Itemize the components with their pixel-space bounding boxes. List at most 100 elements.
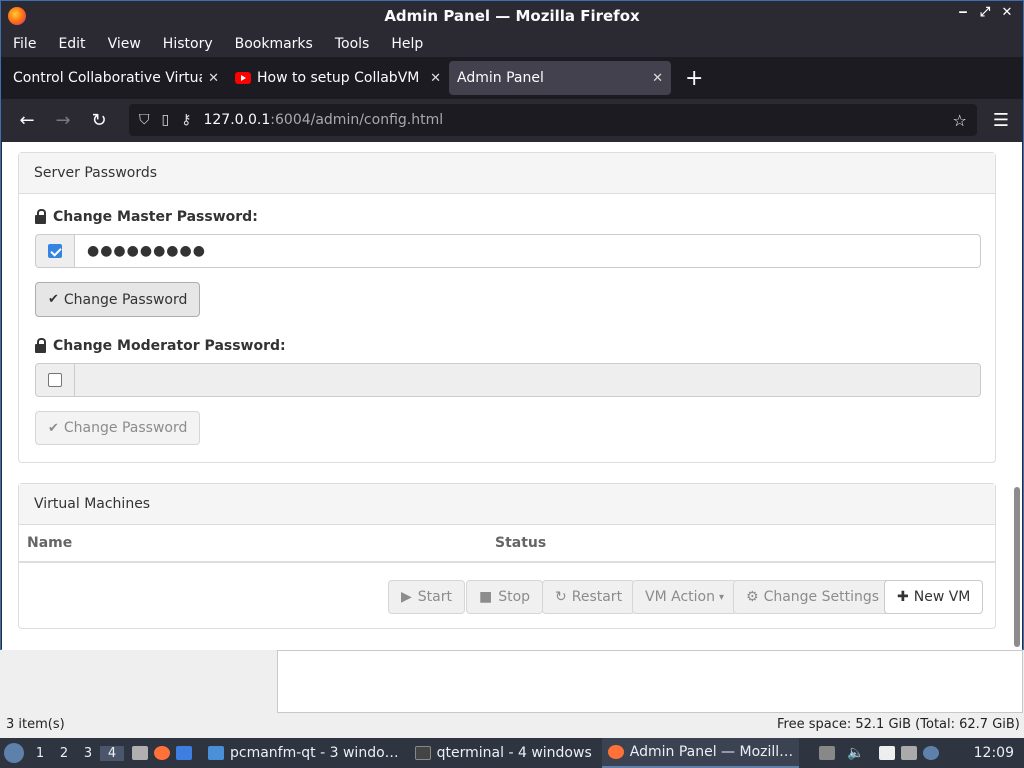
start-menu-button[interactable] <box>0 738 28 768</box>
key-icon[interactable]: ⚷ <box>181 112 191 128</box>
reload-button[interactable]: ↻ <box>87 110 111 131</box>
task-pcmanfm[interactable]: pcmanfm-qt - 3 windo… <box>202 738 405 768</box>
close-window-button[interactable]: ✕ <box>999 5 1015 20</box>
workspace-3[interactable]: 3 <box>76 746 100 761</box>
workspace-2[interactable]: 2 <box>52 746 76 761</box>
tab-admin-panel[interactable]: Admin Panel ✕ <box>449 61 671 95</box>
page-scrollbar[interactable] <box>1014 487 1020 647</box>
file-manager-launcher-icon[interactable] <box>132 746 148 760</box>
moderator-password-label-text: Change Moderator Password: <box>53 338 286 354</box>
task-pcmanfm-label: pcmanfm-qt - 3 windo… <box>230 745 399 761</box>
new-tab-button[interactable]: + <box>685 66 703 91</box>
change-moderator-password-button[interactable]: ✔ Change Password <box>35 411 201 445</box>
url-path: :6004/admin/config.html <box>270 112 444 128</box>
virtual-machines-heading: Virtual Machines <box>19 484 995 525</box>
start-vm-button[interactable]: ▶ Start <box>388 580 465 614</box>
virtual-machines-panel: Virtual Machines Name Status ▶ Start ■ S… <box>18 483 996 629</box>
title-bar: Admin Panel — Mozilla Firefox ‒ ⤢ ✕ <box>1 1 1023 31</box>
change-settings-label: Change Settings <box>763 589 880 605</box>
task-qterminal-label: qterminal - 4 windows <box>436 745 592 761</box>
file-manager-pane <box>277 650 1023 713</box>
vm-action-label: VM Action <box>645 589 715 605</box>
server-passwords-heading: Server Passwords <box>19 153 995 194</box>
network-icon[interactable] <box>900 746 917 760</box>
change-moderator-password-label: Change Password <box>63 420 188 436</box>
bookmark-star-icon[interactable]: ☆ <box>953 111 967 130</box>
tab-collabvm-setup[interactable]: How to setup CollabVM S ✕ <box>227 61 449 95</box>
menu-tools[interactable]: Tools <box>335 36 370 52</box>
menu-edit[interactable]: Edit <box>58 36 85 52</box>
restart-icon: ↻ <box>555 589 567 605</box>
moderator-password-label: Change Moderator Password: <box>35 337 286 354</box>
clipboard-icon[interactable] <box>878 746 895 760</box>
folder-icon <box>208 746 224 760</box>
lock-icon <box>35 337 46 353</box>
tab-label: Admin Panel <box>457 70 544 86</box>
master-password-group: ●●●●●●●●● <box>35 234 981 268</box>
firefox-launcher-icon[interactable] <box>154 746 170 760</box>
page-content: Server Passwords Change Master Password:… <box>2 142 1022 650</box>
new-vm-button[interactable]: ✚ New VM <box>884 580 984 614</box>
master-password-label-text: Change Master Password: <box>53 209 258 225</box>
vm-table-header: Name Status <box>19 525 995 563</box>
stop-label: Stop <box>498 589 531 605</box>
workspace-1[interactable]: 1 <box>28 746 52 761</box>
volume-icon[interactable]: 🔈 <box>847 745 864 761</box>
menu-help[interactable]: Help <box>391 36 423 52</box>
shield-icon[interactable]: ⛉ <box>139 112 150 128</box>
firefox-icon <box>607 745 624 759</box>
menu-bar: File Edit View History Bookmarks Tools H… <box>1 31 1023 57</box>
file-count-status: 3 item(s) <box>6 717 65 732</box>
plus-icon: ✚ <box>897 589 909 605</box>
menu-hamburger-icon[interactable]: ☰ <box>993 110 1009 131</box>
moderator-password-checkbox[interactable] <box>48 373 62 387</box>
firefox-window: Admin Panel — Mozilla Firefox ‒ ⤢ ✕ File… <box>0 0 1024 650</box>
caret-down-icon: ▾ <box>718 591 724 603</box>
file-manager-background: 3 item(s) Free space: 52.1 GiB (Total: 6… <box>0 650 1024 740</box>
menu-history[interactable]: History <box>163 36 213 52</box>
desktop-launcher-icon[interactable] <box>176 746 192 760</box>
moderator-password-toggle <box>35 363 75 397</box>
maximize-button[interactable]: ⤢ <box>977 5 993 20</box>
task-qterminal[interactable]: qterminal - 4 windows <box>409 738 598 768</box>
forward-button[interactable]: → <box>51 110 75 131</box>
restart-vm-button[interactable]: ↻ Restart <box>542 580 636 614</box>
clock[interactable]: 12:09 <box>974 745 1014 761</box>
tab-control-collaborative[interactable]: Control Collaborative Virtual ✕ <box>5 61 227 95</box>
menu-view[interactable]: View <box>108 36 141 52</box>
close-tab-icon[interactable]: ✕ <box>430 71 441 86</box>
window-controls: ‒ ⤢ ✕ <box>955 5 1015 20</box>
tab-label: Control Collaborative Virtual <box>13 70 203 86</box>
column-status: Status <box>495 535 547 551</box>
master-password-checkbox[interactable] <box>48 244 62 258</box>
minimize-button[interactable]: ‒ <box>955 5 971 20</box>
close-tab-icon[interactable]: ✕ <box>652 71 663 86</box>
back-button[interactable]: ← <box>15 110 39 131</box>
firefox-logo-icon <box>8 7 26 25</box>
stop-icon: ■ <box>479 589 493 605</box>
restart-label: Restart <box>571 589 623 605</box>
taskbar: 1 2 3 4 pcmanfm-qt - 3 windo… qterminal … <box>0 738 1024 768</box>
tray-icon[interactable] <box>819 746 836 760</box>
server-passwords-panel: Server Passwords Change Master Password:… <box>18 152 996 463</box>
change-master-password-button[interactable]: ✔ Change Password <box>35 282 201 317</box>
master-password-label: Change Master Password: <box>35 208 258 225</box>
play-icon: ▶ <box>401 589 412 605</box>
menu-bookmarks[interactable]: Bookmarks <box>235 36 313 52</box>
task-firefox[interactable]: Admin Panel — Mozill… <box>601 738 800 768</box>
vm-action-dropdown[interactable]: VM Action ▾ <box>632 580 737 614</box>
moderator-password-input[interactable] <box>75 363 981 397</box>
close-tab-icon[interactable]: ✕ <box>208 71 219 86</box>
free-space-status: Free space: 52.1 GiB (Total: 62.7 GiB) <box>777 717 1020 732</box>
tab-label: How to setup CollabVM S <box>257 70 425 86</box>
page-icon: ▯ <box>161 112 170 128</box>
master-password-toggle <box>35 234 75 268</box>
workspace-4[interactable]: 4 <box>100 745 124 761</box>
stop-vm-button[interactable]: ■ Stop <box>466 580 544 614</box>
lock-icon <box>35 208 46 224</box>
url-bar[interactable]: ⛉ ▯ ⚷ 127.0.0.1 :6004/admin/config.html … <box>129 104 977 136</box>
update-notifier-icon[interactable] <box>922 746 939 760</box>
change-settings-button[interactable]: ⚙ Change Settings <box>733 580 893 614</box>
master-password-input[interactable]: ●●●●●●●●● <box>75 234 981 268</box>
menu-file[interactable]: File <box>13 36 36 52</box>
